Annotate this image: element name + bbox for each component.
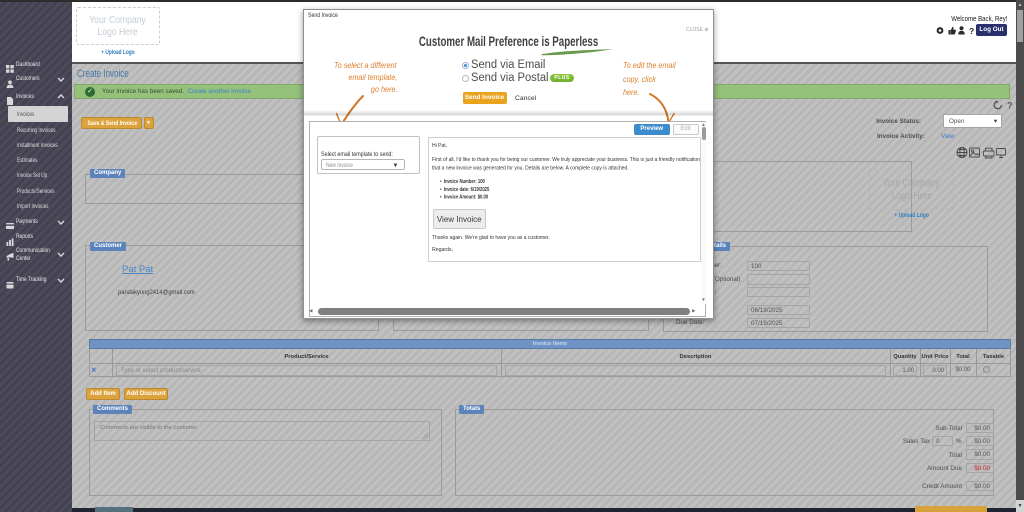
svg-text:?: ? [1007, 101, 1013, 111]
svg-text:?: ? [969, 26, 974, 35]
